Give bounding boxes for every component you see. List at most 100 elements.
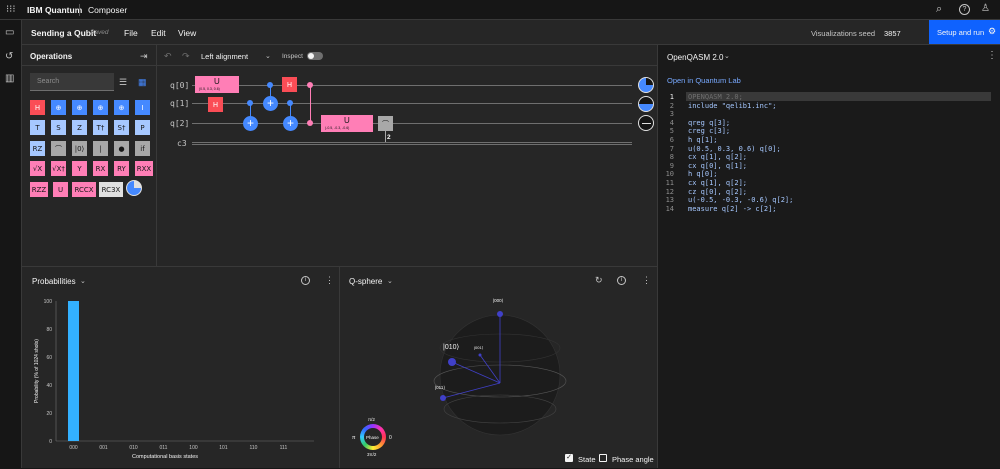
inspect-toggle[interactable] [307, 52, 323, 60]
file-name[interactable]: Sending a Qubit [31, 28, 96, 38]
target-icon[interactable]: + [263, 96, 278, 111]
gate-rccx[interactable]: RCCX [72, 182, 96, 197]
code-text: cz q[0], q[2]; [688, 187, 748, 196]
chevron-down-icon[interactable]: ⌄ [724, 52, 730, 62]
wire-c3 [192, 142, 632, 145]
phase-angle-checkbox-label: Phase angle [612, 455, 654, 464]
x-tick-label: 001 [99, 445, 108, 451]
qubit-probe-2[interactable] [638, 115, 654, 131]
code-text: cx q[1], q[2]; [688, 153, 748, 162]
menu-view[interactable]: View [178, 28, 196, 38]
line-number: 13 [665, 196, 674, 205]
top-bar: ⁝⁝⁝ IBM Quantum Composer ⌕ ? ♙ [0, 0, 1000, 20]
seed-input[interactable]: 3857 [884, 29, 901, 38]
gate-cswap[interactable]: ⊕ [114, 100, 129, 115]
gate-if[interactable]: if [135, 141, 150, 156]
list-view-icon[interactable]: ☰ [119, 77, 127, 87]
gate-z[interactable]: Z [72, 120, 87, 135]
q-sphere-title: Q-sphere [349, 277, 383, 286]
gate-barrier[interactable]: | [93, 141, 108, 156]
y-axis-label: Probability (% of 1024 shots) [34, 339, 40, 403]
grid-view-icon[interactable]: ▦ [138, 77, 147, 88]
search-icon[interactable]: ⌕ [936, 4, 942, 15]
gate-swap[interactable]: ⊕ [93, 100, 108, 115]
redo-icon[interactable]: ↷ [182, 51, 190, 61]
app-switcher-icon[interactable]: ⁝⁝⁝ [6, 5, 16, 15]
wire-q1 [192, 103, 632, 104]
target-icon[interactable]: + [283, 116, 298, 131]
gate-sxdg[interactable]: √X† [51, 161, 66, 176]
state-checkbox[interactable]: ✓ [565, 454, 573, 462]
gate-rz[interactable]: RZ [30, 141, 45, 156]
info-icon[interactable]: i [617, 276, 626, 285]
gate-i[interactable]: I [135, 100, 150, 115]
qubit-probe-0[interactable] [638, 77, 654, 93]
gate-ry[interactable]: RY [114, 161, 129, 176]
canvas-divider [157, 65, 657, 66]
help-icon[interactable]: ? [959, 4, 970, 15]
qubit-probe-1[interactable] [638, 96, 654, 112]
gate-sx[interactable]: √X [30, 161, 45, 176]
gate-reset[interactable]: |0⟩ [72, 141, 87, 156]
section-name[interactable]: Composer [88, 5, 127, 15]
gate-u[interactable]: U [53, 182, 68, 197]
chevron-down-icon[interactable]: ⌄ [387, 277, 393, 287]
undo-icon[interactable]: ↶ [164, 51, 172, 61]
state-label-001: |001⟩ [474, 345, 484, 350]
chevron-down-icon[interactable]: ⌄ [80, 277, 86, 287]
target-icon[interactable]: + [243, 116, 258, 131]
user-icon[interactable]: ♙ [981, 4, 990, 14]
alignment-dropdown[interactable]: Left alignment [201, 52, 248, 61]
open-quantum-lab-link[interactable]: Open in Quantum Lab [667, 76, 741, 85]
gate-y[interactable]: Y [72, 161, 87, 176]
gate-rzz[interactable]: RZZ [30, 182, 48, 197]
line-number: 14 [665, 204, 674, 213]
code-text: qreg q[3]; [688, 118, 731, 127]
gate-toffoli[interactable]: ⊕ [72, 100, 87, 115]
gate-rc3x[interactable]: RC3X [99, 182, 123, 197]
gate-s[interactable]: S [51, 120, 66, 135]
h-gate-q0[interactable]: H [282, 77, 297, 92]
code-text: h q[0]; [688, 170, 718, 179]
gate-rx[interactable]: RX [93, 161, 108, 176]
history-icon[interactable]: ↺ [5, 52, 13, 62]
brand-name[interactable]: IBM Quantum [27, 5, 82, 15]
composer-toolbar: Sending a Qubit Saved File Edit View Vis… [22, 20, 1000, 45]
setup-run-button[interactable]: Setup and run ⚙ [929, 20, 1000, 44]
gate-p[interactable]: P [135, 120, 150, 135]
gate-control[interactable]: ● [114, 141, 129, 156]
menu-file[interactable]: File [124, 28, 138, 38]
y-tick-label: 60 [46, 355, 52, 361]
overflow-menu-icon[interactable]: ⋮ [325, 275, 334, 285]
gate-measure[interactable]: ⌒ [51, 141, 66, 156]
measure-gate[interactable]: ⌒ [378, 116, 393, 131]
gate-h[interactable]: H [30, 100, 45, 115]
gate-t[interactable]: T [30, 120, 45, 135]
overflow-menu-icon[interactable]: ⋮ [987, 51, 997, 61]
h-gate-q1[interactable]: H [208, 97, 223, 112]
q-sphere-panel: Q-sphere ⌄ ↻ i ⋮ |000⟩ |010⟩ |001⟩ |011⟩… [340, 266, 657, 468]
collapse-panel-icon[interactable]: ⇥ [140, 51, 148, 61]
panel-icon[interactable]: ▥ [5, 74, 14, 84]
folder-icon[interactable]: ▭ [5, 28, 14, 38]
u-gate-q0[interactable]: U (0.5, 0.3, 0.6) [195, 76, 239, 93]
y-tick-label: 0 [49, 439, 52, 445]
gate-sdg[interactable]: S† [114, 120, 129, 135]
code-text: creg c[3]; [688, 127, 731, 136]
gate-rxx[interactable]: RXX [135, 161, 153, 176]
u-gate-label: U [344, 116, 350, 125]
language-dropdown[interactable]: OpenQASM 2.0 [667, 53, 723, 62]
info-icon[interactable]: i [301, 276, 310, 285]
code-area[interactable]: 1 OPENQASM 2.0; 2 include "qelib1.inc"; 3 4 qr… [658, 91, 1000, 468]
gate-tdg[interactable]: T† [93, 120, 108, 135]
gate-cnot[interactable]: ⊕ [51, 100, 66, 115]
search-input[interactable]: Search [30, 73, 114, 91]
u-gate-q2[interactable]: U (-0.5, -0.3, -0.6) [321, 115, 373, 132]
reset-view-icon[interactable]: ↻ [595, 275, 603, 285]
overflow-menu-icon[interactable]: ⋮ [642, 275, 651, 285]
chevron-down-icon[interactable]: ⌄ [265, 52, 271, 62]
gate-visual-probe-icon[interactable] [126, 180, 142, 196]
menu-edit[interactable]: Edit [151, 28, 166, 38]
x-tick-label: 000 [69, 445, 78, 451]
phase-angle-checkbox[interactable] [599, 454, 607, 462]
